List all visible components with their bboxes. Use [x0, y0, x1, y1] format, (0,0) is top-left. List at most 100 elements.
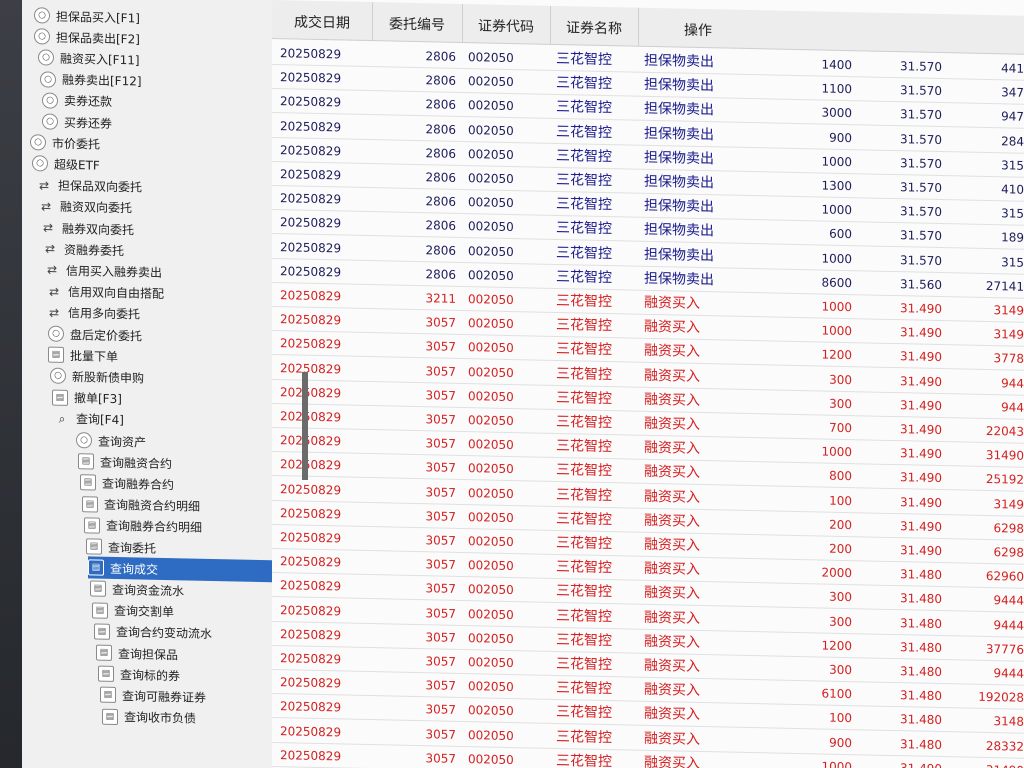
- tree-item[interactable]: ○ 买券还券: [42, 110, 112, 133]
- tree-item[interactable]: ▤ 查询融券合约: [80, 472, 174, 496]
- cell-quantity: 1000: [821, 323, 852, 339]
- tree-item[interactable]: ○ 盘后定价委托: [48, 323, 142, 347]
- col-header-order-no[interactable]: 委托编号: [372, 2, 463, 43]
- cell-amount: 315: [1001, 158, 1024, 173]
- tree-item[interactable]: ▤ 查询委托: [86, 535, 156, 558]
- cell-order-no: 3057: [425, 460, 456, 476]
- cell-order-no: 3057: [425, 509, 456, 524]
- cell-security-code: 002050: [468, 195, 514, 211]
- cell-order-no: 2806: [425, 49, 456, 64]
- cell-amount: 3149: [993, 496, 1024, 512]
- cell-security-code: 002050: [468, 558, 514, 574]
- cell-quantity: 900: [829, 130, 852, 145]
- cell-price: 31.490: [900, 373, 942, 389]
- cell-security-name: 三花智控: [556, 462, 612, 480]
- tree-item[interactable]: ⇄ 融券双向委托: [40, 216, 134, 240]
- circle-icon: ○: [76, 432, 92, 449]
- tree-item[interactable]: ○ 卖券还款: [42, 89, 112, 112]
- col-header-security-name[interactable]: 证券名称: [550, 5, 639, 46]
- double-arrow-icon: ⇄: [38, 177, 50, 193]
- cell-security-name: 三花智控: [556, 728, 612, 746]
- tree-item[interactable]: ○ 超级ETF: [32, 153, 100, 176]
- tree-item[interactable]: ▤ 查询资金流水: [90, 578, 184, 602]
- double-arrow-icon: ⇄: [48, 305, 60, 320]
- cell-price: 31.570: [900, 204, 942, 220]
- cell-operation: 融资买入: [644, 439, 700, 458]
- tree-item[interactable]: ○ 融券卖出[F12]: [40, 68, 142, 92]
- tree-item[interactable]: ▤ 查询融资合约: [78, 450, 172, 474]
- tree-item[interactable]: ○ 查询资产: [76, 429, 146, 452]
- cell-trade-date: 20250829: [280, 191, 342, 207]
- cell-security-code: 002050: [468, 74, 514, 90]
- tree-item-label: 查询委托: [108, 540, 157, 556]
- tree-item[interactable]: ▤ 撤单[F3]: [52, 386, 122, 409]
- cell-amount: 944: [1001, 375, 1024, 391]
- tree-item[interactable]: ○ 融资买入[F11]: [38, 47, 140, 71]
- cell-trade-date: 20250829: [280, 288, 342, 304]
- cell-order-no: 3211: [425, 291, 456, 306]
- cell-operation: 融资买入: [644, 633, 700, 651]
- tree-item[interactable]: ▤ 批量下单: [48, 344, 118, 367]
- cell-quantity: 8600: [821, 275, 852, 290]
- tree-item[interactable]: ⌕ 查询[F4]: [54, 407, 124, 430]
- cell-operation: 担保物卖出: [644, 173, 714, 192]
- cell-operation: 融资买入: [644, 391, 700, 409]
- cell-operation: 融资买入: [644, 415, 700, 433]
- cell-security-code: 002050: [468, 582, 514, 598]
- cell-price: 31.570: [900, 83, 942, 99]
- cell-security-code: 002050: [468, 413, 514, 429]
- tree-item-label: 查询收市负债: [124, 710, 197, 726]
- cell-quantity: 300: [829, 372, 852, 387]
- cell-operation: 融资买入: [644, 488, 700, 506]
- cell-amount: 3778: [993, 351, 1024, 367]
- cell-amount: 62960: [985, 569, 1024, 584]
- tree-item[interactable]: ▤ 查询收市负债: [102, 705, 196, 729]
- cell-trade-date: 20250829: [280, 675, 342, 691]
- col-header-security-code[interactable]: 证券代码: [462, 3, 551, 44]
- col-header-trade-date[interactable]: 成交日期: [272, 0, 373, 41]
- tree-item-label: 担保品买入[F1]: [56, 9, 140, 25]
- cell-trade-date: 20250829: [280, 239, 342, 256]
- cell-price: 31.480: [900, 664, 942, 680]
- tree-item[interactable]: ▤ 查询交割单: [92, 599, 174, 623]
- cell-operation: 融资买入: [644, 343, 700, 361]
- cell-quantity: 700: [829, 420, 852, 436]
- splitter-handle[interactable]: [302, 372, 308, 480]
- doc-icon: ▤: [98, 665, 114, 683]
- tree-item-label: 查询成交: [110, 561, 159, 577]
- tree-item-label: 查询担保品: [118, 646, 179, 662]
- col-header-operation[interactable]: 操作: [638, 8, 758, 49]
- cell-quantity: 1300: [821, 178, 852, 194]
- cell-order-no: 3057: [425, 726, 456, 742]
- double-arrow-icon: ⇄: [46, 262, 58, 278]
- cell-order-no: 3057: [425, 630, 456, 645]
- tree-item[interactable]: ○ 新股新债申购: [50, 365, 144, 389]
- tree-item[interactable]: ⇄ 资融券委托: [42, 238, 124, 262]
- tree-item[interactable]: ▤ 查询担保品: [96, 642, 178, 666]
- cell-quantity: 1000: [821, 444, 852, 460]
- tree-item[interactable]: ▤ 查询标的券: [98, 663, 180, 687]
- doc-icon: ▤: [102, 708, 118, 725]
- cell-order-no: 3057: [425, 412, 456, 427]
- trade-results-table[interactable]: 成交日期 委托编号 证券代码 证券名称 操作 20250829 2806 00205…: [272, 0, 1024, 768]
- doc-icon: ▤: [82, 495, 98, 513]
- cell-quantity: 1200: [821, 347, 852, 363]
- tree-item[interactable]: ⇄ 融资双向委托: [38, 195, 132, 219]
- tree-item-label: 买券还券: [64, 115, 113, 131]
- cell-order-no: 2806: [425, 73, 456, 89]
- circle-icon: ○: [34, 7, 50, 24]
- doc-icon: ▤: [80, 474, 96, 491]
- cell-security-name: 三花智控: [556, 292, 612, 311]
- tree-item[interactable]: ⇄ 信用多向委托: [46, 301, 140, 325]
- doc-icon: ▤: [94, 623, 110, 640]
- cell-quantity: 300: [829, 662, 852, 678]
- cell-security-name: 三花智控: [556, 75, 612, 93]
- cell-price: 31.480: [900, 688, 942, 704]
- cell-security-code: 002050: [468, 50, 514, 66]
- tree-item[interactable]: ○ 市价委托: [30, 131, 100, 154]
- cell-quantity: 800: [829, 469, 852, 484]
- cell-operation: 融资买入: [644, 367, 700, 385]
- cell-price: 31.480: [900, 567, 942, 583]
- cell-amount: 410: [1001, 182, 1024, 197]
- tree-item-label: 市价委托: [52, 136, 101, 152]
